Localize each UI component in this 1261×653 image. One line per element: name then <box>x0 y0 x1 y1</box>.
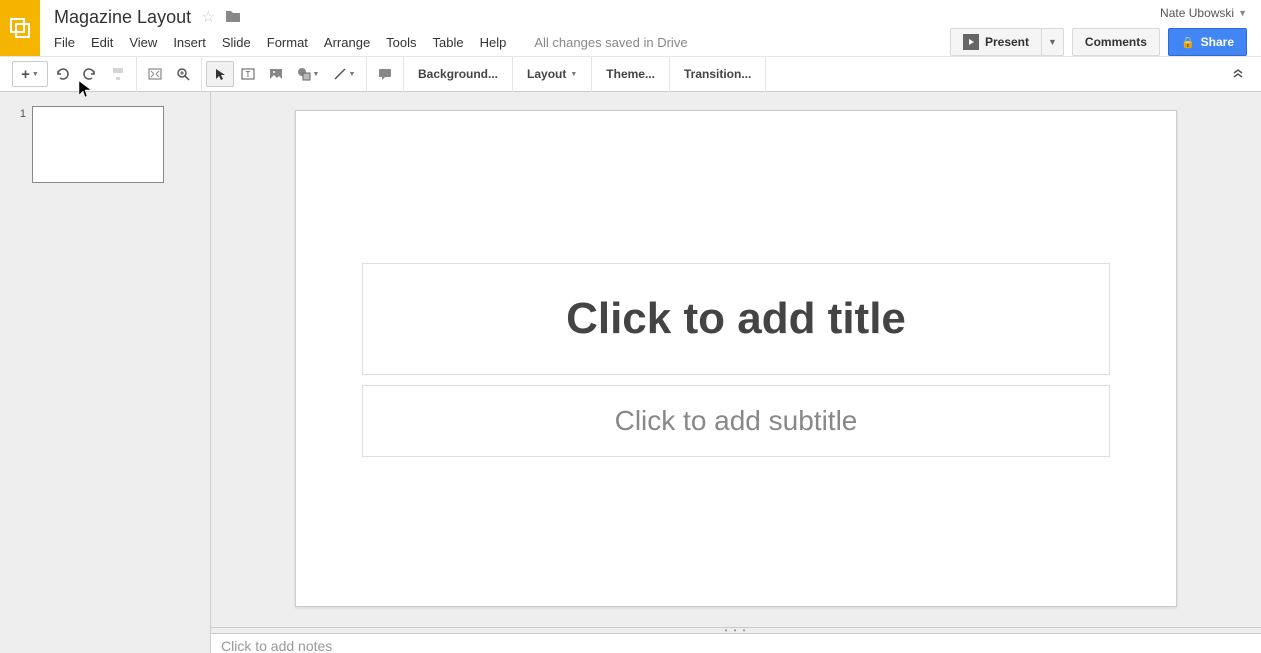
slide-thumb-row[interactable]: 1 <box>0 106 210 197</box>
zoom-button[interactable] <box>169 61 197 87</box>
redo-icon <box>82 66 98 82</box>
present-button[interactable]: Present <box>950 28 1042 56</box>
share-button[interactable]: 🔒 Share <box>1168 28 1247 56</box>
slides-icon <box>8 16 32 40</box>
zoom-icon <box>175 66 191 82</box>
redo-button[interactable] <box>76 61 104 87</box>
line-icon <box>333 67 347 81</box>
star-icon[interactable]: ☆ <box>201 7 215 27</box>
app-logo[interactable] <box>0 0 40 56</box>
menu-view[interactable]: View <box>121 31 165 54</box>
svg-text:T: T <box>246 70 251 79</box>
menu-help[interactable]: Help <box>472 31 515 54</box>
theme-button[interactable]: Theme... <box>596 61 665 87</box>
title-placeholder[interactable]: Click to add title <box>362 263 1110 375</box>
caret-down-icon: ▼ <box>1238 8 1247 18</box>
background-button[interactable]: Background... <box>408 61 508 87</box>
canvas[interactable]: Click to add title Click to add subtitle <box>211 92 1261 627</box>
doc-title[interactable]: Magazine Layout <box>54 7 191 28</box>
layout-button[interactable]: Layout ▼ <box>517 61 587 87</box>
user-name: Nate Ubowski <box>1160 6 1234 20</box>
transition-button[interactable]: Transition... <box>674 61 761 87</box>
fit-icon <box>147 66 163 82</box>
cursor-icon <box>213 67 227 81</box>
textbox-icon: T <box>240 66 256 82</box>
slide-thumbnail[interactable] <box>32 106 164 183</box>
toolbar: + ▼ T ▼ <box>0 56 1261 92</box>
menu-format[interactable]: Format <box>259 31 316 54</box>
caret-down-icon: ▼ <box>32 71 39 78</box>
user-menu[interactable]: Nate Ubowski ▼ <box>1160 6 1247 20</box>
save-status: All changes saved in Drive <box>534 35 687 50</box>
menu-edit[interactable]: Edit <box>83 31 121 54</box>
menu-insert[interactable]: Insert <box>165 31 214 54</box>
caret-down-icon: ▼ <box>570 71 577 78</box>
line-tool[interactable]: ▼ <box>326 61 362 87</box>
menu-arrange[interactable]: Arrange <box>316 31 378 54</box>
share-label: Share <box>1201 35 1234 49</box>
menu-tools[interactable]: Tools <box>378 31 424 54</box>
comments-label: Comments <box>1085 35 1147 49</box>
caret-down-icon: ▼ <box>313 71 320 78</box>
film-strip[interactable]: 1 <box>0 92 211 653</box>
undo-icon <box>54 66 70 82</box>
paint-roller-icon <box>110 66 126 82</box>
chevron-up-double-icon <box>1231 66 1245 80</box>
shape-tool[interactable]: ▼ <box>290 61 326 87</box>
menu-slide[interactable]: Slide <box>214 31 259 54</box>
slide[interactable]: Click to add title Click to add subtitle <box>295 110 1177 607</box>
shape-icon <box>297 67 311 81</box>
new-slide-button[interactable]: + ▼ <box>12 61 48 87</box>
paint-format-button[interactable] <box>104 61 132 87</box>
comment-tool[interactable] <box>371 61 399 87</box>
present-dropdown[interactable]: ▼ <box>1041 28 1064 56</box>
image-icon <box>268 66 284 82</box>
select-tool[interactable] <box>206 61 234 87</box>
present-label: Present <box>985 35 1029 49</box>
slide-number: 1 <box>18 106 32 120</box>
plus-icon: + <box>21 66 30 83</box>
comment-icon <box>377 66 393 82</box>
undo-button[interactable] <box>48 61 76 87</box>
lock-icon: 🔒 <box>1181 36 1195 49</box>
zoom-fit-button[interactable] <box>141 61 169 87</box>
image-tool[interactable] <box>262 61 290 87</box>
layout-label: Layout <box>527 67 566 81</box>
subtitle-placeholder[interactable]: Click to add subtitle <box>362 385 1110 457</box>
collapse-toolbar-button[interactable] <box>1223 66 1253 83</box>
comments-button[interactable]: Comments <box>1072 28 1160 56</box>
caret-down-icon: ▼ <box>349 71 356 78</box>
speaker-notes[interactable]: Click to add notes <box>211 633 1261 653</box>
folder-icon[interactable] <box>225 9 241 26</box>
play-icon <box>963 34 979 50</box>
textbox-tool[interactable]: T <box>234 61 262 87</box>
menu-table[interactable]: Table <box>425 31 472 54</box>
menu-file[interactable]: File <box>54 31 83 54</box>
